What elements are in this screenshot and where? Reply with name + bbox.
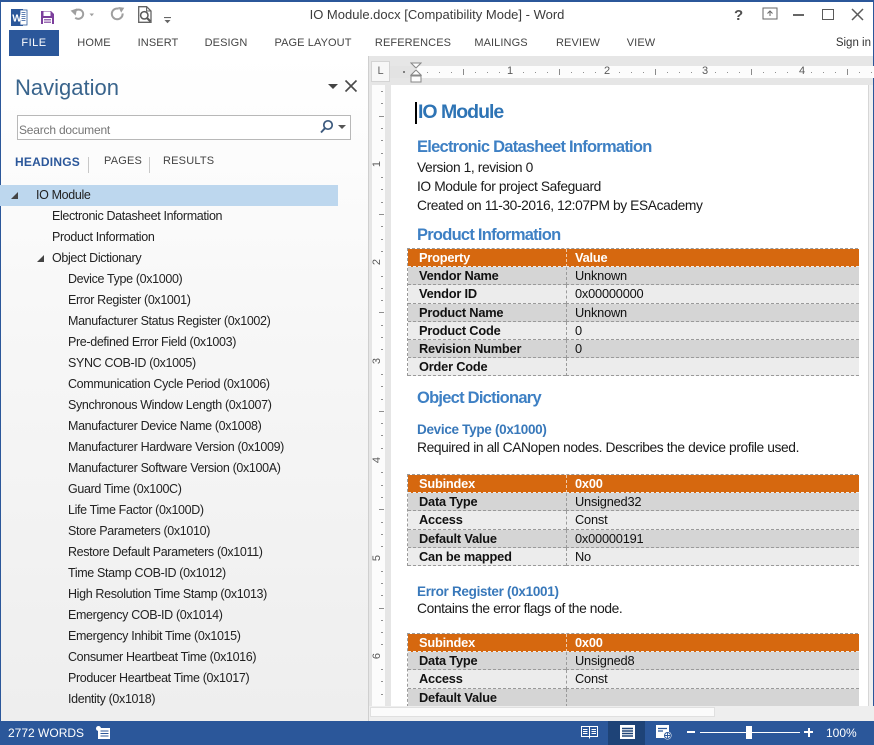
svg-text:W: W xyxy=(12,14,22,25)
